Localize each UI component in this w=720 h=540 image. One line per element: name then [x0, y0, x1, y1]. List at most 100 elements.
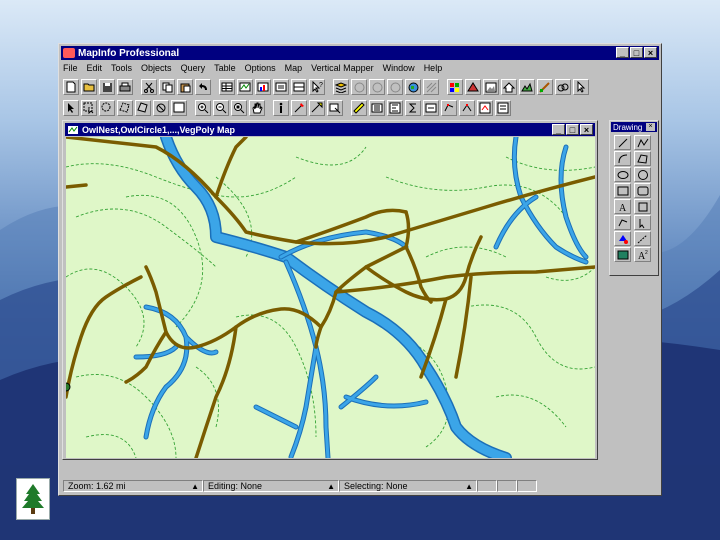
reshape-tool-button[interactable]: [614, 215, 631, 230]
layer-control-button[interactable]: [333, 79, 349, 95]
prism-map-button[interactable]: [465, 79, 481, 95]
select-tool-button[interactable]: [63, 100, 79, 116]
menu-options[interactable]: Options: [245, 63, 276, 73]
change-view-button[interactable]: [231, 100, 247, 116]
new-file-icon: [66, 81, 76, 93]
ellipse-tool-button[interactable]: [614, 167, 631, 182]
print-button[interactable]: [117, 79, 133, 95]
label-tool-button[interactable]: [309, 100, 325, 116]
pointer-tool-button-2[interactable]: [573, 79, 589, 95]
zoom-out-button[interactable]: [213, 100, 229, 116]
clip-region-button[interactable]: [477, 100, 493, 116]
map-close-button[interactable]: ×: [580, 124, 593, 135]
status-selecting[interactable]: Selecting: None ▲: [339, 480, 477, 492]
3d-map-button[interactable]: [519, 79, 535, 95]
info-tool-button[interactable]: [273, 100, 289, 116]
add-node-button[interactable]: [459, 100, 475, 116]
map-canvas[interactable]: [66, 137, 595, 458]
layer-link-button[interactable]: [555, 79, 571, 95]
globe-button[interactable]: [405, 79, 421, 95]
change-view-disabled-button[interactable]: [387, 79, 403, 95]
statistics-button[interactable]: [387, 100, 403, 116]
add-node-tool-button[interactable]: [634, 215, 651, 230]
frame-tool-button[interactable]: [634, 199, 651, 214]
map-minimize-button[interactable]: _: [552, 124, 565, 135]
house-icon: [503, 81, 515, 92]
ruler-button[interactable]: [351, 100, 367, 116]
rectangle-tool-button[interactable]: [614, 183, 631, 198]
new-browser-button[interactable]: [219, 79, 235, 95]
unselect-icon: [156, 103, 166, 113]
new-file-button[interactable]: [63, 79, 79, 95]
reshape-button[interactable]: [441, 100, 457, 116]
text-a-icon: A: [619, 203, 627, 213]
theme-map-icon: [450, 82, 459, 92]
maximize-button[interactable]: □: [630, 47, 643, 58]
cut-button[interactable]: [141, 79, 157, 95]
rounded-rectangle-tool-button[interactable]: [634, 183, 651, 198]
close-button[interactable]: ×: [644, 47, 657, 58]
zoom-out-disabled-button[interactable]: [369, 79, 385, 95]
text-style-button[interactable]: A2: [634, 247, 651, 262]
menu-file[interactable]: File: [63, 63, 78, 73]
menu-window[interactable]: Window: [383, 63, 415, 73]
drawing-palette-close-button[interactable]: ×: [646, 123, 655, 131]
zoom-in-icon: [198, 103, 209, 114]
menu-edit[interactable]: Edit: [87, 63, 103, 73]
paste-icon: [180, 83, 190, 92]
show-hide-button[interactable]: [495, 100, 511, 116]
drag-window-button[interactable]: [327, 100, 343, 116]
symbol-style-button[interactable]: [614, 231, 631, 246]
menu-table[interactable]: Table: [214, 63, 236, 73]
pointer-icon: [577, 81, 586, 93]
menu-tools[interactable]: Tools: [111, 63, 132, 73]
grabber-button[interactable]: [249, 100, 265, 116]
new-layout-button[interactable]: [273, 79, 289, 95]
image-button[interactable]: [483, 79, 499, 95]
grid-tool-button[interactable]: [537, 79, 553, 95]
map-maximize-button[interactable]: □: [566, 124, 579, 135]
owl-nest-point[interactable]: [66, 382, 71, 392]
zoom-in-disabled-button[interactable]: [351, 79, 367, 95]
copy-button[interactable]: [159, 79, 175, 95]
menu-query[interactable]: Query: [181, 63, 206, 73]
help-pointer-button[interactable]: ?: [309, 79, 325, 95]
set-target-button[interactable]: [423, 100, 439, 116]
label-icon: [311, 102, 323, 113]
menu-map[interactable]: Map: [285, 63, 303, 73]
graph-select-button[interactable]: [171, 100, 187, 116]
line-style-button[interactable]: [634, 231, 651, 246]
open-file-button[interactable]: [81, 79, 97, 95]
sum-button[interactable]: [405, 100, 421, 116]
hotlink-button[interactable]: [291, 100, 307, 116]
region-style-button[interactable]: [614, 247, 631, 262]
unselect-button[interactable]: [153, 100, 169, 116]
stripes-button[interactable]: [423, 79, 439, 95]
line-tool-button[interactable]: [614, 135, 631, 150]
status-zoom[interactable]: Zoom: 1.62 mi ▲: [63, 480, 203, 492]
new-redistricter-button[interactable]: [291, 79, 307, 95]
house-button[interactable]: [501, 79, 517, 95]
arc-tool-button[interactable]: [614, 151, 631, 166]
polyline-tool-button[interactable]: [634, 135, 651, 150]
menu-help[interactable]: Help: [424, 63, 443, 73]
boundary-select-button[interactable]: [135, 100, 151, 116]
undo-button[interactable]: [195, 79, 211, 95]
new-mapper-button[interactable]: [237, 79, 253, 95]
zoom-in-button[interactable]: [195, 100, 211, 116]
theme-map-button[interactable]: [447, 79, 463, 95]
minimize-button[interactable]: _: [616, 47, 629, 58]
paste-button[interactable]: [177, 79, 193, 95]
new-grapher-button[interactable]: [255, 79, 271, 95]
polygon-select-button[interactable]: [117, 100, 133, 116]
menu-objects[interactable]: Objects: [141, 63, 172, 73]
text-tool-button[interactable]: A: [614, 199, 631, 214]
status-editing[interactable]: Editing: None ▲: [203, 480, 339, 492]
legend-button[interactable]: [369, 100, 385, 116]
marquee-select-button[interactable]: [81, 100, 97, 116]
polygon-tool-button[interactable]: [634, 151, 651, 166]
menu-vertical-mapper[interactable]: Vertical Mapper: [311, 63, 374, 73]
circle-tool-button[interactable]: [634, 167, 651, 182]
save-button[interactable]: [99, 79, 115, 95]
radius-select-button[interactable]: [99, 100, 115, 116]
